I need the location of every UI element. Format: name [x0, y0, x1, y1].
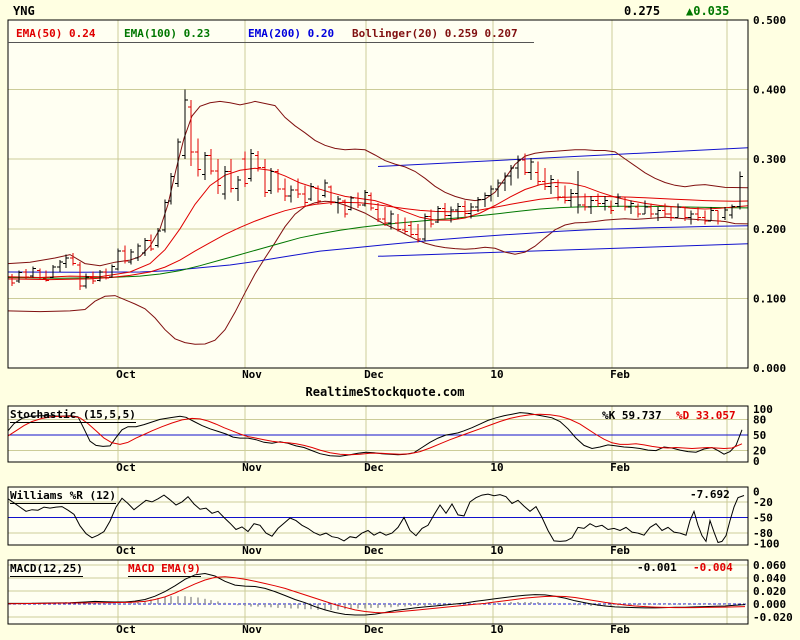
stochastic-xlabel-Feb: Feb	[610, 461, 630, 474]
stochastic-xlabel-Oct: Oct	[116, 461, 136, 474]
legend-ema50: EMA(50) 0.24	[16, 27, 96, 40]
price-ytick: 0.000	[753, 362, 786, 375]
legend-ema200: EMA(200) 0.20	[248, 27, 335, 40]
macd-ytick: 0.060	[753, 559, 786, 572]
stock-chart-page: 0.500 0.400 0.300 0.200 0.100 0.000 Oct Nov Dec 1…	[0, 0, 800, 640]
macd-ytick: 0.040	[753, 572, 786, 585]
legend-bollinger: Bollinger(20) 0.259 0.207	[352, 27, 518, 40]
macd-xlabel-Oct: Oct	[116, 623, 136, 636]
price-ytick: 0.300	[753, 153, 786, 166]
macd-ytick: -0.020	[753, 611, 793, 624]
legend-ema100: EMA(100) 0.23	[124, 27, 211, 40]
chart-canvas: 0.500 0.400 0.300 0.200 0.100 0.000 Oct Nov Dec 1…	[7, 14, 793, 636]
price-ytick: 0.100	[753, 292, 786, 305]
price-change: ▲0.035	[686, 4, 730, 18]
stochastic-k-value: %K 59.737	[602, 409, 662, 422]
macd-ytick: 0.000	[753, 598, 786, 611]
williams-value: -7.692	[690, 488, 730, 501]
williams-ytick: -20	[753, 496, 773, 509]
macd-ema9-title: MACD EMA(9)	[128, 562, 201, 577]
last-price: 0.275	[624, 4, 661, 18]
stochastic-xlabel-Dec: Dec	[364, 461, 384, 474]
williams-title: Williams %R (12)	[10, 489, 116, 504]
price-xlabel-Dec: Dec	[364, 368, 384, 381]
williams-xlabel-Oct: Oct	[116, 544, 136, 557]
williams-ytick: -50	[753, 512, 773, 525]
macd-xlabel-Dec: Dec	[364, 623, 384, 636]
legend-underline	[8, 42, 534, 43]
price-ytick: 0.400	[753, 84, 786, 97]
williams-xlabel-Nov: Nov	[242, 544, 262, 557]
stochastic-title: Stochastic (15,5,5)	[10, 408, 136, 423]
watermark: RealtimeStockquote.com	[305, 385, 465, 399]
stochastic-ytick: 80	[753, 413, 766, 426]
ticker-symbol: YNG	[13, 4, 35, 18]
williams-xlabel-10: 10	[490, 544, 503, 557]
macd-signal-value: -0.004	[693, 561, 733, 574]
price-xlabel-Oct: Oct	[116, 368, 136, 381]
stochastic-ytick: 0	[753, 455, 760, 468]
williams-xlabel-Feb: Feb	[610, 544, 630, 557]
stochastic-ytick: 50	[753, 429, 766, 442]
macd-ytick: 0.020	[753, 585, 786, 598]
price-xlabel-10: 10	[490, 368, 503, 381]
stochastic-xlabel-10: 10	[490, 461, 503, 474]
price-ytick: 0.500	[753, 14, 786, 27]
macd-xlabel-10: 10	[490, 623, 503, 636]
macd-value: -0.001	[637, 561, 677, 574]
stochastic-xlabel-Nov: Nov	[242, 461, 262, 474]
macd-xlabel-Feb: Feb	[610, 623, 630, 636]
macd-title: MACD(12,25)	[10, 562, 83, 577]
stochastic-d-value: %D 33.057	[676, 409, 736, 422]
price-xlabel-Feb: Feb	[610, 368, 630, 381]
price-ytick: 0.200	[753, 223, 786, 236]
macd-xlabel-Nov: Nov	[242, 623, 262, 636]
price-xlabel-Nov: Nov	[242, 368, 262, 381]
williams-ytick: -100	[753, 538, 780, 551]
williams-xlabel-Dec: Dec	[364, 544, 384, 557]
